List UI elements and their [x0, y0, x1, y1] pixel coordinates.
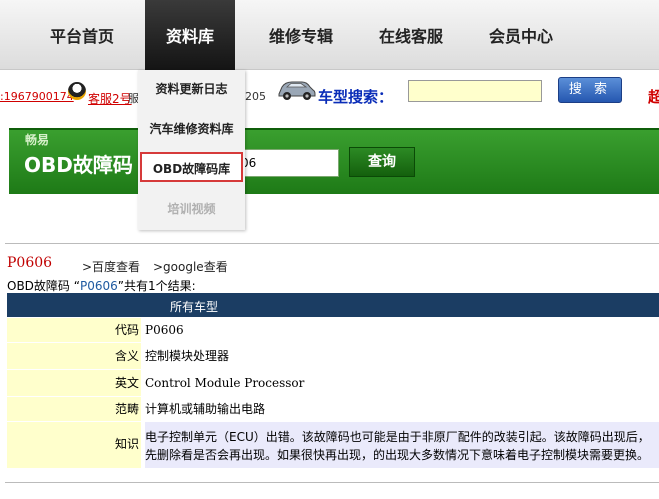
row-label: 范畴: [7, 397, 141, 421]
obd-code-input[interactable]: 06: [236, 149, 339, 177]
menu-item-repair-library[interactable]: 汽车维修资料库: [138, 114, 245, 144]
divider: [5, 482, 659, 483]
row-value: Control Module Processor: [145, 376, 305, 390]
banner-subtitle: 畅易: [25, 133, 50, 147]
table-row: 代码 P0606: [7, 318, 659, 342]
nav-item-library[interactable]: 资料库: [145, 0, 235, 70]
count-prefix: OBD故障码 “: [7, 279, 80, 293]
nav-item-online-service[interactable]: 在线客服: [363, 0, 459, 70]
nav-item-member-center[interactable]: 会员中心: [473, 0, 569, 70]
car-search-input[interactable]: [408, 80, 542, 102]
page: 平台首页 资料库 维修专辑 在线客服 会员中心 :1967900174 客服2号…: [0, 0, 659, 499]
result-table-header: 所有车型: [7, 293, 659, 317]
result-count-line: OBD故障码 “P0606”共有1个结果:: [7, 277, 196, 294]
phone-fragment: 205: [245, 90, 266, 103]
qq-icon[interactable]: [68, 82, 86, 100]
divider: [5, 243, 659, 244]
query-button[interactable]: 查询: [349, 147, 415, 177]
qq-service-link[interactable]: 客服2号: [88, 90, 132, 107]
count-suffix: ”共有1个结果:: [117, 279, 196, 293]
library-dropdown-menu: 资料更新日志 汽车维修资料库 OBD故障码库 培训视频: [138, 70, 245, 230]
row-value: 电子控制单元（ECU）出错。该故障码也可能是由于非原厂配件的改装引起。该故障码出…: [145, 422, 659, 468]
row-value: 计算机或辅助输出电路: [145, 402, 266, 416]
table-row: 含义 控制模块处理器: [7, 343, 659, 369]
result-code-title: P0606: [7, 255, 53, 271]
top-nav: 平台首页 资料库 维修专辑 在线客服 会员中心: [0, 0, 659, 70]
all-models-header: 所有车型: [170, 300, 219, 314]
row-value: 控制模块处理器: [145, 349, 230, 363]
row-label: 知识: [7, 422, 141, 468]
nav-item-repair-albums[interactable]: 维修专辑: [253, 0, 349, 70]
table-row: 英文 Control Module Processor: [7, 370, 659, 396]
menu-item-obd-library[interactable]: OBD故障码库: [140, 152, 243, 182]
qq-number-link[interactable]: :1967900174: [0, 90, 74, 103]
banner-title: OBD故障码: [24, 153, 133, 177]
row-label: 英文: [7, 370, 141, 396]
car-search-button[interactable]: 搜 索: [558, 77, 622, 103]
car-search-label: 车型搜索：: [318, 88, 394, 106]
row-label: 代码: [7, 318, 141, 342]
menu-item-training-video[interactable]: 培训视频: [138, 194, 245, 224]
row-value: P0606: [145, 323, 184, 337]
promo-text-fragment: 超: [648, 88, 659, 106]
google-view-link[interactable]: >google查看: [153, 258, 228, 275]
car-icon: [278, 81, 316, 100]
menu-item-update-log[interactable]: 资料更新日志: [138, 74, 245, 104]
table-row: 范畴 计算机或辅助输出电路: [7, 397, 659, 421]
row-label: 含义: [7, 343, 141, 369]
table-row: 知识 电子控制单元（ECU）出错。该故障码也可能是由于非原厂配件的改装引起。该故…: [7, 422, 659, 468]
count-code: P0606: [79, 279, 118, 293]
nav-item-home[interactable]: 平台首页: [32, 0, 132, 70]
baidu-view-link[interactable]: >百度查看: [82, 258, 140, 275]
